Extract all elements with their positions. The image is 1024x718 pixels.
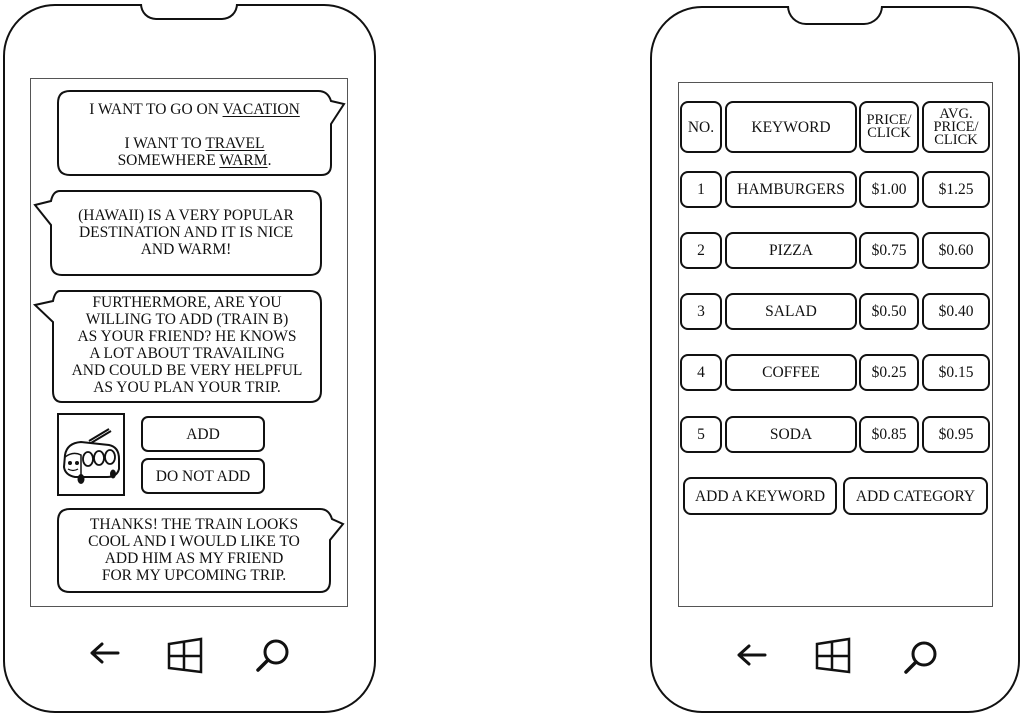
chat-message-3-line: AND COULD BE VERY HELPFUL xyxy=(71,362,303,379)
train-character-image xyxy=(57,413,125,496)
row-price-per-click[interactable]: $0.25 xyxy=(859,354,919,391)
row-no: 1 xyxy=(680,171,722,208)
chat-message-3-line: FURTHERMORE, ARE YOU xyxy=(92,294,282,311)
row-avg-price-per-click: $1.25 xyxy=(922,171,990,208)
row-no: 4 xyxy=(680,354,722,391)
chat-message-1-line-1: I WANT TO GO ON VACATION xyxy=(89,101,300,118)
chat-message-4-line: FOR MY UPCOMING TRIP. xyxy=(101,567,287,584)
header-keyword: KEYWORD xyxy=(725,101,857,153)
row-keyword[interactable]: SODA xyxy=(725,416,857,453)
chat-message-2-line: AND WARM! xyxy=(140,241,232,258)
header-price-per-click: PRICE/ CLICK xyxy=(859,101,919,153)
chat-message-4-line: ADD HIM AS MY FRIEND xyxy=(104,550,284,567)
chat-message-1: I WANT TO GO ON VACATION I WANT TO TRAVE… xyxy=(58,101,331,169)
chat-message-2-line: (HAWAII) IS A VERY POPULAR xyxy=(78,207,294,224)
row-no: 3 xyxy=(680,293,722,330)
add-category-button[interactable]: ADD CATEGORY xyxy=(843,477,988,515)
keyword-link-travel[interactable]: TRAVEL xyxy=(205,135,264,152)
row-avg-price-per-click: $0.40 xyxy=(922,293,990,330)
chat-message-1-line-3: SOMEWHERE WARM. xyxy=(117,152,272,169)
chat-message-3-line: WILLING TO ADD (TRAIN B) xyxy=(85,311,289,328)
chat-message-3-line: AS YOU PLAN YOUR TRIP. xyxy=(93,379,281,396)
chat-message-4: THANKS! THE TRAIN LOOKS COOL AND I WOULD… xyxy=(58,516,330,584)
chat-message-1-line-2: I WANT TO TRAVEL xyxy=(124,135,265,152)
right-back-button[interactable] xyxy=(735,640,769,670)
row-keyword[interactable]: COFFEE xyxy=(725,354,857,391)
chat-message-2: (HAWAII) IS A VERY POPULAR DESTINATION A… xyxy=(51,207,321,258)
chat-message-3-line: AS YOUR FRIEND? HE KNOWS xyxy=(77,328,297,345)
header-avg-price-per-click: AVG. PRICE/ CLICK xyxy=(922,101,990,153)
keyword-link-warm[interactable]: WARM xyxy=(219,152,267,169)
chat-message-3-line: A LOT ABOUT TRAVAILING xyxy=(89,345,285,362)
right-phone-speaker-notch xyxy=(787,6,883,25)
row-price-per-click[interactable]: $0.75 xyxy=(859,232,919,269)
add-friend-button[interactable]: ADD xyxy=(141,416,265,452)
row-avg-price-per-click: $0.60 xyxy=(922,232,990,269)
chat-message-4-line: COOL AND I WOULD LIKE TO xyxy=(88,533,300,550)
back-arrow-icon xyxy=(737,644,767,666)
keyword-pricing-screen xyxy=(678,82,993,607)
row-keyword[interactable]: PIZZA xyxy=(725,232,857,269)
row-no: 2 xyxy=(680,232,722,269)
row-avg-price-per-click: $0.15 xyxy=(922,354,990,391)
windows-logo-icon xyxy=(167,637,203,674)
left-home-button[interactable] xyxy=(167,637,203,674)
do-not-add-friend-button[interactable]: DO NOT ADD xyxy=(141,458,265,494)
search-icon xyxy=(256,639,289,672)
right-home-button[interactable] xyxy=(815,637,851,674)
left-back-button[interactable] xyxy=(88,638,122,668)
keyword-link-vacation[interactable]: VACATION xyxy=(223,101,300,118)
row-price-per-click[interactable]: $0.85 xyxy=(859,416,919,453)
row-price-per-click[interactable]: $1.00 xyxy=(859,171,919,208)
row-keyword[interactable]: SALAD xyxy=(725,293,857,330)
row-price-per-click[interactable]: $0.50 xyxy=(859,293,919,330)
right-search-button[interactable] xyxy=(903,640,939,676)
chat-message-2-line: DESTINATION AND IT IS NICE xyxy=(78,224,294,241)
row-avg-price-per-click: $0.95 xyxy=(922,416,990,453)
search-icon xyxy=(904,641,937,674)
row-no: 5 xyxy=(680,416,722,453)
header-no: NO. xyxy=(680,101,722,153)
chat-message-3: FURTHERMORE, ARE YOU WILLING TO ADD (TRA… xyxy=(53,294,321,396)
chat-message-4-line: THANKS! THE TRAIN LOOKS xyxy=(89,516,299,533)
add-keyword-button[interactable]: ADD A KEYWORD xyxy=(683,477,837,515)
back-arrow-icon xyxy=(90,642,120,664)
left-search-button[interactable] xyxy=(255,638,291,674)
windows-logo-icon xyxy=(815,637,851,674)
row-keyword[interactable]: HAMBURGERS xyxy=(725,171,857,208)
train-character-icon xyxy=(62,428,120,484)
